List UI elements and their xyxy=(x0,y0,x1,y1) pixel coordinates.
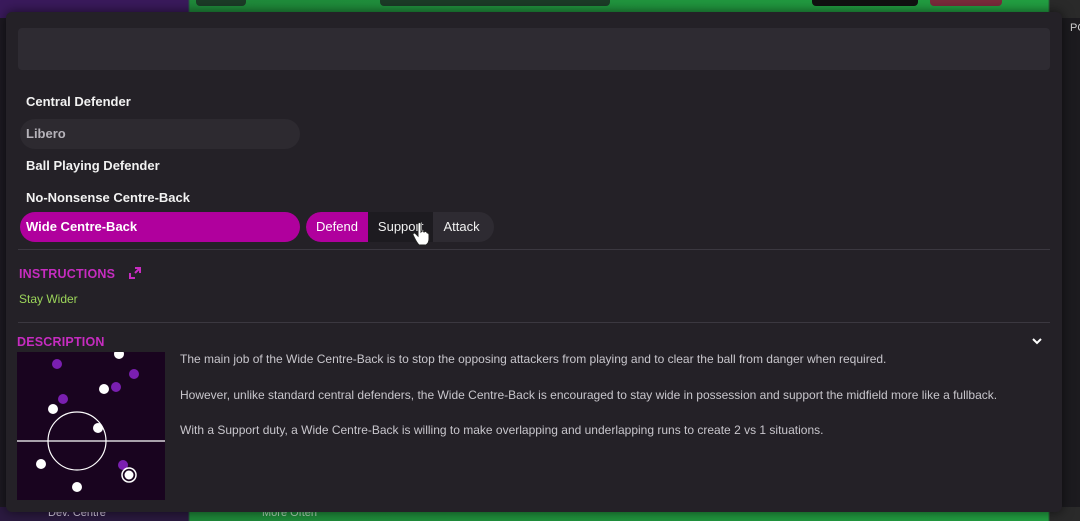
role-item-ball-playing-defender[interactable]: Ball Playing Defender xyxy=(20,151,160,181)
own-player-dot xyxy=(93,423,103,433)
own-player-dot xyxy=(48,404,58,414)
role-item-wide-centre-back[interactable]: Wide Centre-Back xyxy=(20,212,300,242)
description-text: The main job of the Wide Centre-Back is … xyxy=(180,351,1040,458)
duty-defend-button[interactable]: Defend xyxy=(306,212,368,242)
description-paragraph: However, unlike standard central defende… xyxy=(180,387,998,402)
role-item-no-nonsense-centre-back[interactable]: No-Nonsense Centre-Back xyxy=(20,183,190,213)
opponent-dot xyxy=(52,359,62,369)
instructions-title: INSTRUCTIONS xyxy=(19,267,116,281)
own-player-dot xyxy=(72,482,82,492)
instruction-item: Stay Wider xyxy=(19,292,78,306)
role-selection-panel: Central Defender Libero Ball Playing Def… xyxy=(6,12,1062,512)
description-paragraph: The main job of the Wide Centre-Back is … xyxy=(180,352,887,366)
highlighted-player-dot xyxy=(124,470,134,480)
own-players xyxy=(36,352,137,492)
background-tab xyxy=(196,0,246,6)
background-tab xyxy=(380,0,610,6)
own-player-dot xyxy=(99,384,109,394)
duty-attack-button[interactable]: Attack xyxy=(433,212,493,242)
own-player-dot xyxy=(114,352,124,359)
description-paragraph: With a Support duty, a Wide Centre-Back … xyxy=(180,423,824,437)
role-item-libero[interactable]: Libero xyxy=(20,119,300,149)
own-player-dot xyxy=(36,459,46,469)
background-tab xyxy=(812,0,918,6)
opponent-dot xyxy=(58,394,68,404)
chevron-down-icon[interactable] xyxy=(1030,334,1044,348)
role-item-central-defender[interactable]: Central Defender xyxy=(20,87,131,117)
background-tab xyxy=(930,0,1002,6)
opponent-dot xyxy=(129,369,139,379)
divider xyxy=(18,322,1050,323)
opponent-dot xyxy=(111,382,121,392)
divider xyxy=(18,249,1050,250)
description-title: DESCRIPTION xyxy=(17,335,105,349)
hand-cursor-icon xyxy=(412,222,430,246)
role-movement-diagram xyxy=(17,352,165,500)
expand-icon[interactable] xyxy=(128,266,142,280)
background-column-label: POS xyxy=(1070,22,1080,34)
search-bar[interactable] xyxy=(18,28,1050,70)
duty-selector: Defend Support Attack xyxy=(306,212,494,242)
